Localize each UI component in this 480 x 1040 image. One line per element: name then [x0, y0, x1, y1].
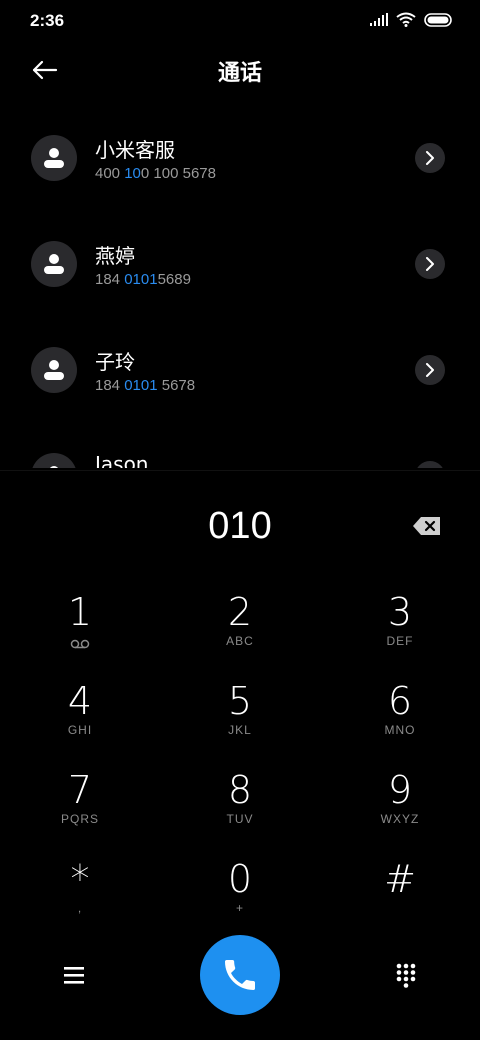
- contact-row[interactable]: 子玲 184 0101 5678: [0, 316, 480, 422]
- person-icon: [44, 148, 64, 168]
- avatar: [31, 135, 77, 181]
- battery-icon: [424, 12, 452, 27]
- dialpad-icon[interactable]: [392, 961, 420, 989]
- contact-number: 400 100 100 5678: [95, 165, 216, 182]
- key-1[interactable]: 1: [15, 590, 145, 670]
- chevron-right-icon: [426, 151, 434, 165]
- bottom-bar: [0, 935, 480, 1015]
- voicemail-icon: [70, 639, 90, 649]
- divider: [0, 470, 480, 471]
- chevron-right-icon: [426, 363, 434, 377]
- contact-row[interactable]: 燕婷 184 01015689: [0, 210, 480, 316]
- avatar: [31, 453, 77, 468]
- person-icon: [44, 254, 64, 274]
- contact-number: 184 01015689: [95, 271, 191, 288]
- contact-row[interactable]: 小米客服 400 100 100 5678: [0, 104, 480, 210]
- wifi-icon: [396, 12, 416, 27]
- person-icon: [50, 466, 58, 468]
- backspace-icon[interactable]: [412, 515, 442, 537]
- contact-row[interactable]: Jason: [0, 422, 480, 468]
- key-star[interactable]: * ,: [15, 857, 145, 937]
- signal-icon: [370, 13, 388, 26]
- menu-icon[interactable]: [60, 963, 88, 987]
- status-time: 2:36: [30, 11, 65, 30]
- chevron-right-icon: [426, 257, 434, 271]
- contact-detail-button[interactable]: [415, 355, 445, 385]
- phone-icon: [225, 960, 255, 990]
- page-title: 通话: [217, 61, 262, 86]
- key-0[interactable]: 0 +: [175, 857, 305, 937]
- contact-list: 小米客服 400 100 100 5678 燕婷 184 01015689 子玲…: [0, 104, 480, 468]
- key-5[interactable]: 5 JKL: [175, 679, 305, 759]
- contact-number: 184 0101 5678: [95, 377, 196, 394]
- status-icons: [370, 12, 454, 27]
- dialed-number: 010: [208, 505, 272, 547]
- key-6[interactable]: 6 MNO: [335, 679, 465, 759]
- call-button[interactable]: [200, 935, 280, 1015]
- key-3[interactable]: 3 DEF: [335, 590, 465, 670]
- avatar: [31, 347, 77, 393]
- key-9[interactable]: 9 WXYZ: [335, 768, 465, 848]
- person-icon: [44, 360, 64, 380]
- key-hash[interactable]: #: [335, 857, 465, 937]
- key-7[interactable]: 7 PQRS: [15, 768, 145, 848]
- contact-detail-button[interactable]: [415, 143, 445, 173]
- key-2[interactable]: 2 ABC: [175, 590, 305, 670]
- status-bar: 2:36: [0, 0, 480, 40]
- contact-detail-button[interactable]: [415, 461, 445, 468]
- contact-name: Jason: [95, 452, 149, 468]
- key-8[interactable]: 8 TUV: [175, 768, 305, 848]
- app-header: 通话: [0, 45, 480, 95]
- contact-detail-button[interactable]: [415, 249, 445, 279]
- contact-name: 小米客服: [95, 138, 175, 162]
- contact-name: 子玲: [95, 350, 135, 374]
- avatar: [31, 241, 77, 287]
- contact-name: 燕婷: [95, 244, 135, 268]
- key-4[interactable]: 4 GHI: [15, 679, 145, 759]
